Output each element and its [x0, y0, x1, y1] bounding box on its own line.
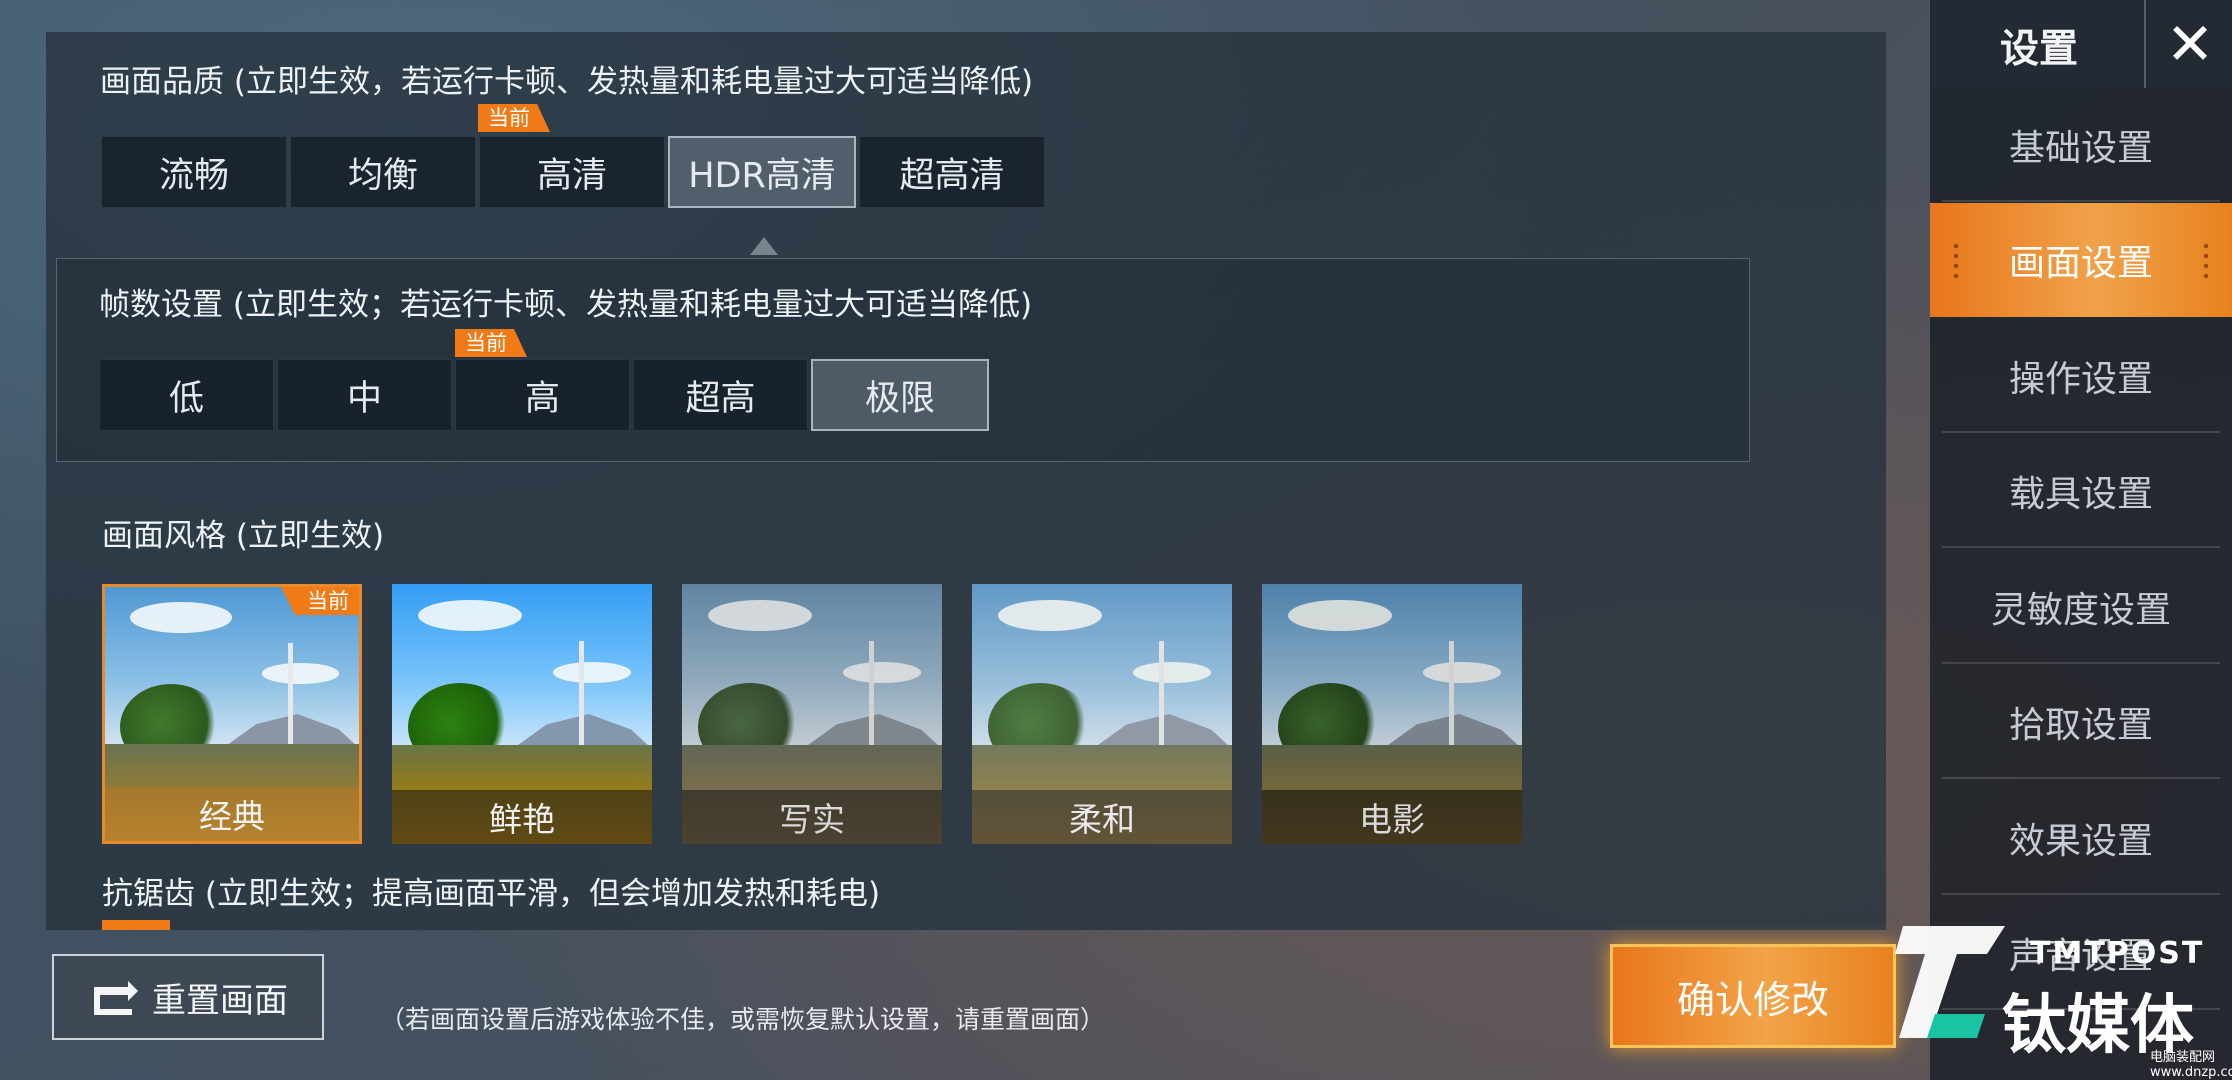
quality-option-ultra-hd[interactable]: 超高清	[859, 136, 1045, 208]
framerate-option-extreme[interactable]: 极限	[811, 359, 989, 431]
style-option-soft[interactable]: 柔和	[972, 584, 1232, 844]
graphics-quality-title: 画面品质 (立即生效，若运行卡顿、发热量和耗电量过大可适当降低)	[100, 64, 1034, 100]
radio-tower	[1159, 641, 1165, 761]
close-button[interactable]: ✕	[2144, 0, 2232, 88]
style-label: 鲜艳	[392, 790, 652, 844]
radio-tower	[287, 642, 293, 760]
reset-label: 重置画面	[152, 980, 288, 1021]
graphics-settings-panel: 画面品质 (立即生效，若运行卡顿、发热量和耗电量过大可适当降低) 当前 流畅 均…	[46, 32, 1886, 930]
style-option-realistic[interactable]: 写实	[682, 584, 942, 844]
style-option-vivid[interactable]: 鲜艳	[392, 584, 652, 844]
framerate-box: 帧数设置 (立即生效；若运行卡顿、发热量和耗电量过大可适当降低) 当前 低 中 …	[56, 258, 1750, 462]
sidebar-item-effects[interactable]: 效果设置	[1930, 781, 2232, 895]
style-label: 经典	[105, 787, 359, 841]
quality-option-balanced[interactable]: 均衡	[290, 136, 476, 208]
sidebar-item-graphics[interactable]: 画面设置	[1930, 203, 2232, 317]
current-tag-partial	[102, 920, 170, 930]
selection-pointer	[750, 237, 778, 255]
sidebar-item-controls[interactable]: 操作设置	[1930, 319, 2232, 433]
framerate-option-medium[interactable]: 中	[277, 359, 452, 431]
framerate-option-low[interactable]: 低	[99, 359, 274, 431]
radio-tower	[579, 641, 585, 761]
antialias-title: 抗锯齿 (立即生效；提高画面平滑，但会增加发热和耗电)	[102, 876, 881, 912]
style-label: 写实	[682, 790, 942, 844]
framerate-title: 帧数设置 (立即生效；若运行卡顿、发热量和耗电量过大可适当降低)	[99, 287, 1033, 323]
framerate-option-ultra[interactable]: 超高	[633, 359, 808, 431]
quality-option-hd[interactable]: 高清	[479, 136, 665, 208]
radio-tower	[1449, 641, 1455, 761]
reset-hint: （若画面设置后游戏体验不佳，或需恢复默认设置，请重置画面）	[380, 1005, 1106, 1034]
confirm-changes-button[interactable]: 确认修改	[1610, 944, 1896, 1048]
style-label: 柔和	[972, 790, 1232, 844]
watermark-site: 电脑装配网 www.dnzp.com	[2150, 1050, 2232, 1080]
reset-graphics-button[interactable]: 重置画面	[52, 954, 324, 1040]
current-tag: 当前	[478, 104, 550, 132]
graphics-quality-selector: 流畅 均衡 高清 HDR高清 超高清	[101, 136, 1048, 208]
style-option-cinematic[interactable]: 电影	[1262, 584, 1522, 844]
reset-icon	[94, 981, 138, 1015]
style-title: 画面风格 (立即生效)	[102, 518, 385, 554]
sidebar-header: 设置 ✕	[1930, 0, 2232, 88]
framerate-option-high[interactable]: 高	[455, 359, 630, 431]
radio-tower	[869, 641, 875, 761]
sidebar-title: 设置	[2000, 27, 2079, 72]
sidebar-item-vehicle[interactable]: 载具设置	[1930, 434, 2232, 548]
quality-option-smooth[interactable]: 流畅	[101, 136, 287, 208]
current-tag: 当前	[455, 329, 527, 357]
style-option-classic[interactable]: 经典 当前	[102, 584, 362, 844]
framerate-selector: 低 中 高 超高 极限	[99, 359, 992, 431]
close-icon: ✕	[2165, 10, 2215, 78]
sidebar-item-pickup[interactable]: 拾取设置	[1930, 665, 2232, 779]
confirm-label: 确认修改	[1676, 977, 1829, 1022]
style-label: 电影	[1262, 790, 1522, 844]
quality-option-hdr-hd[interactable]: HDR高清	[668, 136, 856, 208]
sidebar-item-sensitivity[interactable]: 灵敏度设置	[1930, 550, 2232, 664]
watermark-brand-en: TMTPOST	[2030, 936, 2205, 971]
sidebar-item-basic[interactable]: 基础设置	[1930, 88, 2232, 202]
